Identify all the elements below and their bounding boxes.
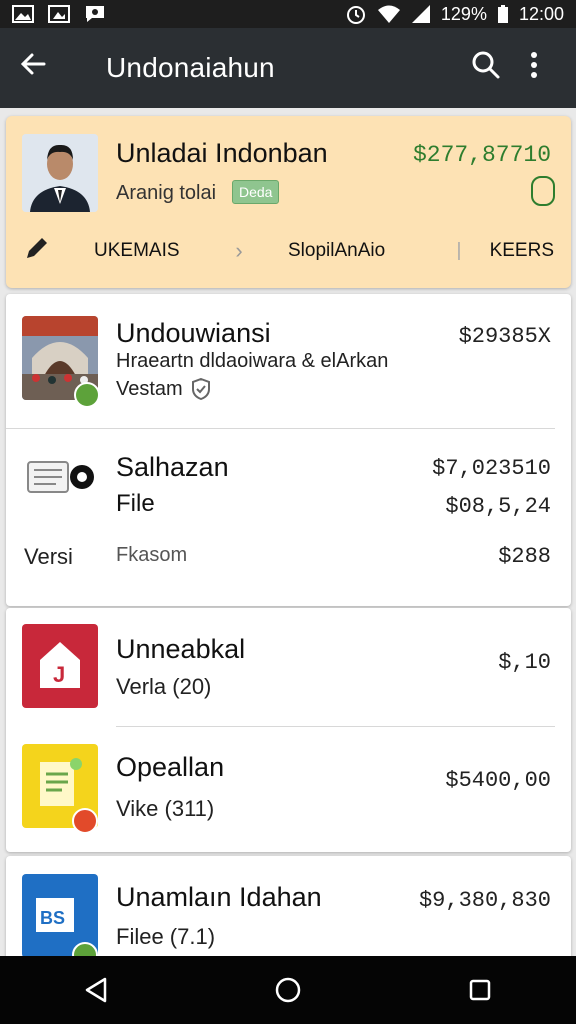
shield-icon: [192, 378, 210, 400]
item-amount: $7,023510: [432, 456, 551, 481]
document-icon: [26, 458, 96, 503]
more-options-icon[interactable]: [510, 51, 558, 86]
edit-pencil-icon[interactable]: [24, 235, 64, 268]
verified-check-icon: [74, 382, 100, 408]
item-title: Opeallan: [116, 752, 225, 782]
avatar: [22, 134, 98, 212]
profile-name: Unladai Indonban: [116, 138, 328, 168]
item-amount: $29385X: [458, 324, 551, 349]
battery-icon: [497, 5, 508, 23]
signal-icon: [411, 5, 430, 23]
item-amount: $5400,00: [445, 768, 551, 793]
list-item[interactable]: J Unneabkal Verla (20) $,10: [6, 608, 571, 726]
item-footer-mid: Fkasom: [116, 544, 188, 566]
clock: 12:00: [518, 3, 564, 24]
home-app-icon: J: [22, 624, 98, 708]
item-subtitle: Filee (7.1): [116, 924, 216, 949]
item-subtitle: File: [116, 490, 155, 517]
list-item[interactable]: Salhazan File $7,023510 $08,5,24 Versi F…: [6, 428, 571, 606]
chevron-right-icon: ›: [235, 238, 243, 263]
item-subtitle: Vike (311): [116, 796, 215, 821]
search-icon[interactable]: [462, 50, 510, 87]
tools-badge-icon: [72, 808, 98, 834]
back-arrow-icon[interactable]: [18, 49, 58, 88]
tab-slopilanaio[interactable]: SlopilAnAio: [264, 240, 444, 262]
system-nav-bar: [0, 956, 576, 1024]
alarm-icon: [346, 6, 365, 24]
item-footer-amount: $288: [498, 544, 551, 569]
tab-ukemais[interactable]: UKEMAIS: [64, 240, 214, 262]
list-item[interactable]: BS Unamlaın Idahan Filee (7.1) $9,380,83…: [6, 856, 571, 968]
status-badge: Deda: [232, 180, 280, 204]
item-secondary-amount: $08,5,24: [445, 494, 551, 519]
item-description: Hraeartn dldaoiwara & elArkan: [116, 350, 389, 372]
item-subtitle: Verla (20): [116, 674, 212, 699]
profile-amount: $277,87710: [412, 142, 551, 168]
home-nav-icon[interactable]: [268, 970, 308, 1010]
item-amount: $9,380,830: [418, 888, 551, 913]
item-title: Salhazan: [116, 452, 229, 482]
wifi-icon: [377, 5, 400, 23]
svg-text:BS: BS: [40, 908, 65, 928]
profile-card[interactable]: Unladai Indonban Aranig tolai Deda $277,…: [6, 116, 571, 288]
list-item[interactable]: Undouwiansi Hraeartn dldaoiwara & elArka…: [6, 294, 571, 428]
image-notification-icon: [48, 5, 70, 23]
tab-keers[interactable]: KEERS: [474, 240, 554, 262]
app-title: Undonaiahun: [106, 52, 275, 83]
gallery-notification-icon: [12, 5, 34, 23]
list-card: Undouwiansi Hraeartn dldaoiwara & elArka…: [6, 294, 571, 606]
app-bar: Undonaiahun: [0, 28, 576, 108]
list-item[interactable]: Opeallan Vike (311) $5400,00: [6, 726, 571, 852]
status-bar: 129% 12:00: [0, 0, 576, 28]
item-title: Undouwiansi: [116, 318, 271, 348]
battery-percent: 129%: [440, 3, 487, 24]
message-notification-icon: [86, 6, 104, 22]
tab-divider: |: [456, 240, 462, 261]
item-tag: Vestam: [116, 378, 183, 400]
svg-text:J: J: [53, 662, 65, 687]
item-footer-label: Versi: [24, 544, 73, 569]
list-card: J Unneabkal Verla (20) $,10 Opeallan Vik…: [6, 608, 571, 852]
microphone-icon[interactable]: [531, 176, 555, 206]
item-amount: $,10: [498, 650, 551, 675]
back-nav-icon[interactable]: [76, 970, 116, 1010]
item-title: Unamlaın Idahan: [116, 882, 322, 912]
profile-tabs: UKEMAIS › SlopilAnAio | KEERS: [24, 232, 554, 270]
recents-nav-icon[interactable]: [460, 970, 500, 1010]
item-title: Unneabkal: [116, 634, 246, 664]
profile-subtitle: Aranig tolai: [116, 182, 217, 204]
